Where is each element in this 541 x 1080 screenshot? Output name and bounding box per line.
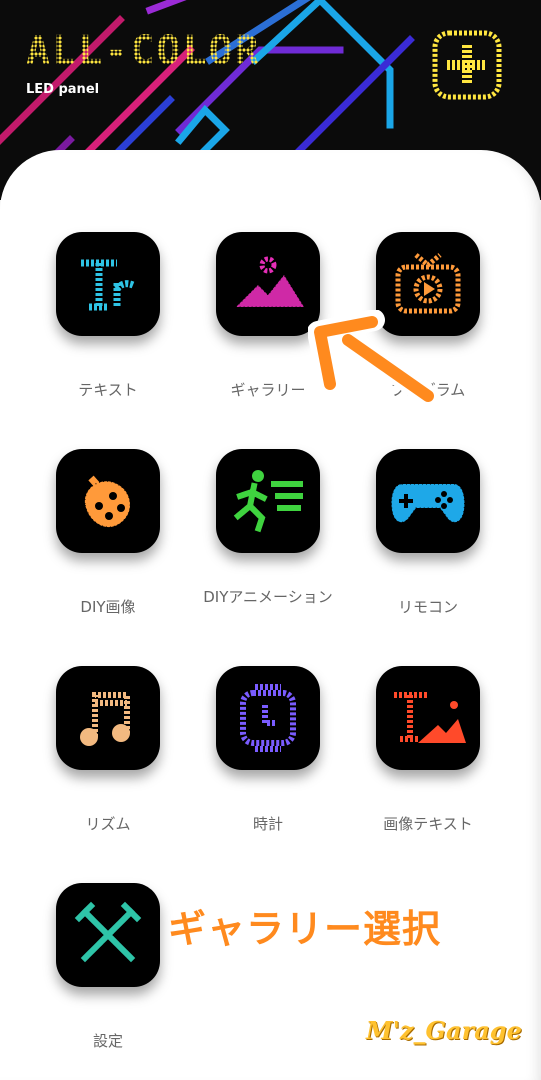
app-subtitle: LED panel: [26, 82, 100, 97]
menu-item-label: DIYアニメーション: [203, 588, 333, 606]
menu-item-label: DIY画像: [80, 598, 136, 616]
text-icon: [81, 259, 135, 311]
menu-item-label: 設定: [92, 1032, 123, 1050]
tv-program-icon: [395, 253, 461, 314]
menu-item-clock[interactable]: [216, 666, 320, 770]
menu-item-text[interactable]: [56, 232, 160, 336]
gallery-icon: [234, 256, 305, 308]
menu-item-label: リズム: [85, 815, 131, 833]
gamepad-icon: [391, 483, 465, 523]
menu-item-label: リモコン: [397, 598, 458, 616]
menu-item-label: 画像テキスト: [383, 815, 473, 833]
annotation-arrow: [308, 310, 439, 407]
menu-item-diy-image[interactable]: [56, 449, 160, 553]
menu-item-gallery[interactable]: [216, 232, 320, 336]
menu-item-diy-animation[interactable]: [216, 449, 320, 553]
annotation-label: ギャラリー選択: [168, 907, 442, 951]
plus-icon: [432, 30, 502, 100]
watermark: M'z_Garage: [366, 1016, 522, 1045]
image-text-icon: [394, 692, 466, 743]
menu-item-settings[interactable]: [56, 883, 160, 987]
clock-icon: [240, 684, 296, 752]
settings-tools-icon: [74, 901, 142, 963]
running-person-icon: [233, 470, 303, 534]
menu-item-label: 時計: [252, 815, 283, 833]
add-button[interactable]: [432, 30, 502, 100]
menu-item-remote[interactable]: [376, 449, 480, 553]
menu-item-label: テキスト: [78, 381, 138, 399]
music-note-icon: [80, 692, 130, 746]
diy-image-icon: [84, 475, 131, 528]
menu-item-image-text[interactable]: [376, 666, 480, 770]
menu-item-rhythm[interactable]: [56, 666, 160, 770]
app-logo: ALL-COLOR: [26, 28, 261, 74]
